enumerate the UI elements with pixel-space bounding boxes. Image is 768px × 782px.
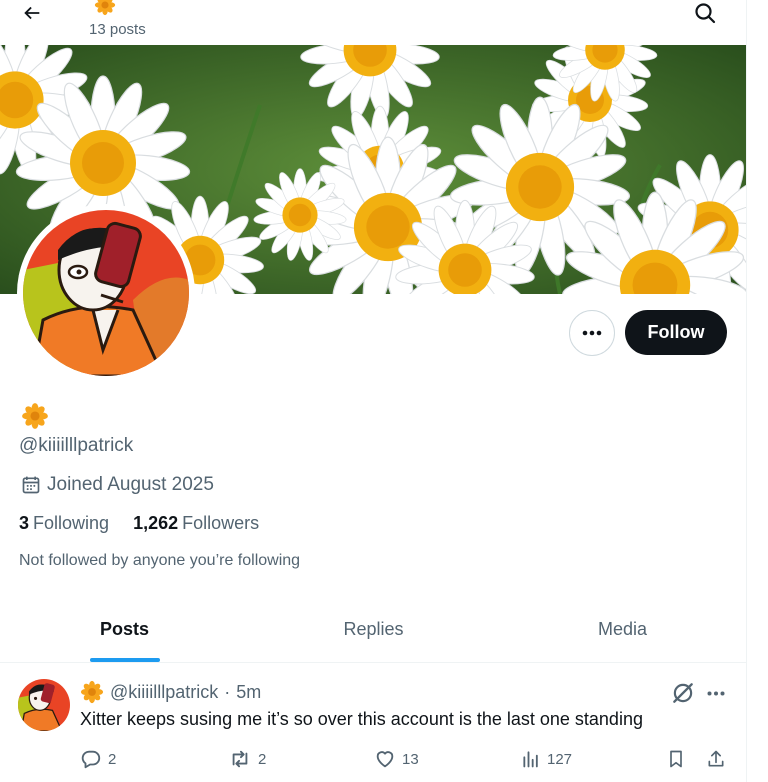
followers-count: 1,262 (133, 513, 179, 533)
search-button[interactable] (688, 0, 722, 26)
views-icon (523, 751, 538, 768)
views-button[interactable]: 127 (521, 748, 572, 770)
following-link[interactable]: 3 Following (19, 513, 109, 534)
tab-replies[interactable]: Replies (249, 596, 498, 662)
share-button[interactable] (706, 748, 726, 770)
repost-icon (232, 750, 248, 768)
tab-posts-label: Posts (99, 618, 150, 639)
reply-count: 2 (108, 750, 117, 768)
joined-date: Joined August 2025 (21, 474, 214, 496)
share-icon (708, 750, 724, 767)
heart-icon (376, 751, 394, 768)
follow-button[interactable]: Follow (625, 310, 727, 355)
tab-media-label: Media (597, 618, 648, 639)
post-separator: · (224, 681, 231, 702)
post-header: @kiiiilllpatrick · 5m (80, 680, 261, 704)
post-author-sunflower-icon (80, 680, 104, 704)
post-actions: 2 2 13 127 (0, 748, 746, 774)
joined-text: Joined August 2025 (47, 474, 214, 495)
sunflower-icon (94, 0, 116, 16)
grok-icon (673, 683, 693, 703)
views-count: 127 (547, 750, 573, 768)
calendar-icon (22, 476, 40, 494)
bookmark-button[interactable] (666, 748, 686, 770)
search-icon (695, 3, 716, 24)
active-tab-indicator (89, 658, 160, 662)
posts-count: 13 posts (89, 21, 146, 38)
top-bar: 13 posts (0, 0, 746, 45)
like-count: 13 (402, 750, 419, 768)
like-button[interactable]: 13 (374, 748, 419, 770)
post-author-handle[interactable]: @kiiiilllpatrick (110, 682, 218, 703)
following-label: Following (33, 513, 110, 533)
profile-avatar[interactable] (17, 204, 195, 382)
more-dots-icon (707, 691, 725, 695)
more-dots-icon (582, 330, 602, 336)
followers-link[interactable]: 1,262 Followers (133, 513, 259, 534)
repost-button[interactable]: 2 (228, 748, 266, 770)
not-followed-notice: Not followed by anyone you’re following (19, 552, 301, 569)
bookmark-icon (670, 750, 682, 768)
arrow-left-icon (24, 6, 40, 20)
post-item[interactable]: @kiiiilllpatrick · 5m Xitter keeps susin… (0, 664, 746, 782)
post-avatar[interactable] (18, 679, 70, 731)
profile-tabs: Posts Replies Media (0, 596, 746, 663)
repost-count: 2 (258, 750, 267, 768)
tab-media[interactable]: Media (498, 596, 746, 662)
reply-icon (81, 750, 101, 769)
avatar-image (23, 210, 189, 376)
tab-replies-label: Replies (343, 618, 404, 639)
following-count: 3 (19, 513, 30, 533)
post-text: Xitter keeps susing me it’s so over this… (80, 709, 643, 729)
reply-button[interactable]: 2 (80, 748, 116, 770)
post-more-button[interactable] (702, 680, 730, 706)
more-options-button[interactable] (569, 310, 615, 356)
back-button[interactable] (14, 0, 50, 26)
post-time[interactable]: 5m (236, 682, 261, 703)
grok-button[interactable] (670, 680, 696, 706)
profile-page: 13 posts Follow @kiiiilllpatrick Joined … (0, 0, 747, 782)
display-name-sunflower-icon (22, 403, 48, 429)
follow-counts: 3 Following 1,262 Followers (19, 513, 259, 534)
tab-posts[interactable]: Posts (0, 596, 249, 662)
followers-label: Followers (182, 513, 260, 533)
post-avatar-image (18, 679, 70, 731)
profile-handle: @kiiiilllpatrick (19, 435, 134, 456)
